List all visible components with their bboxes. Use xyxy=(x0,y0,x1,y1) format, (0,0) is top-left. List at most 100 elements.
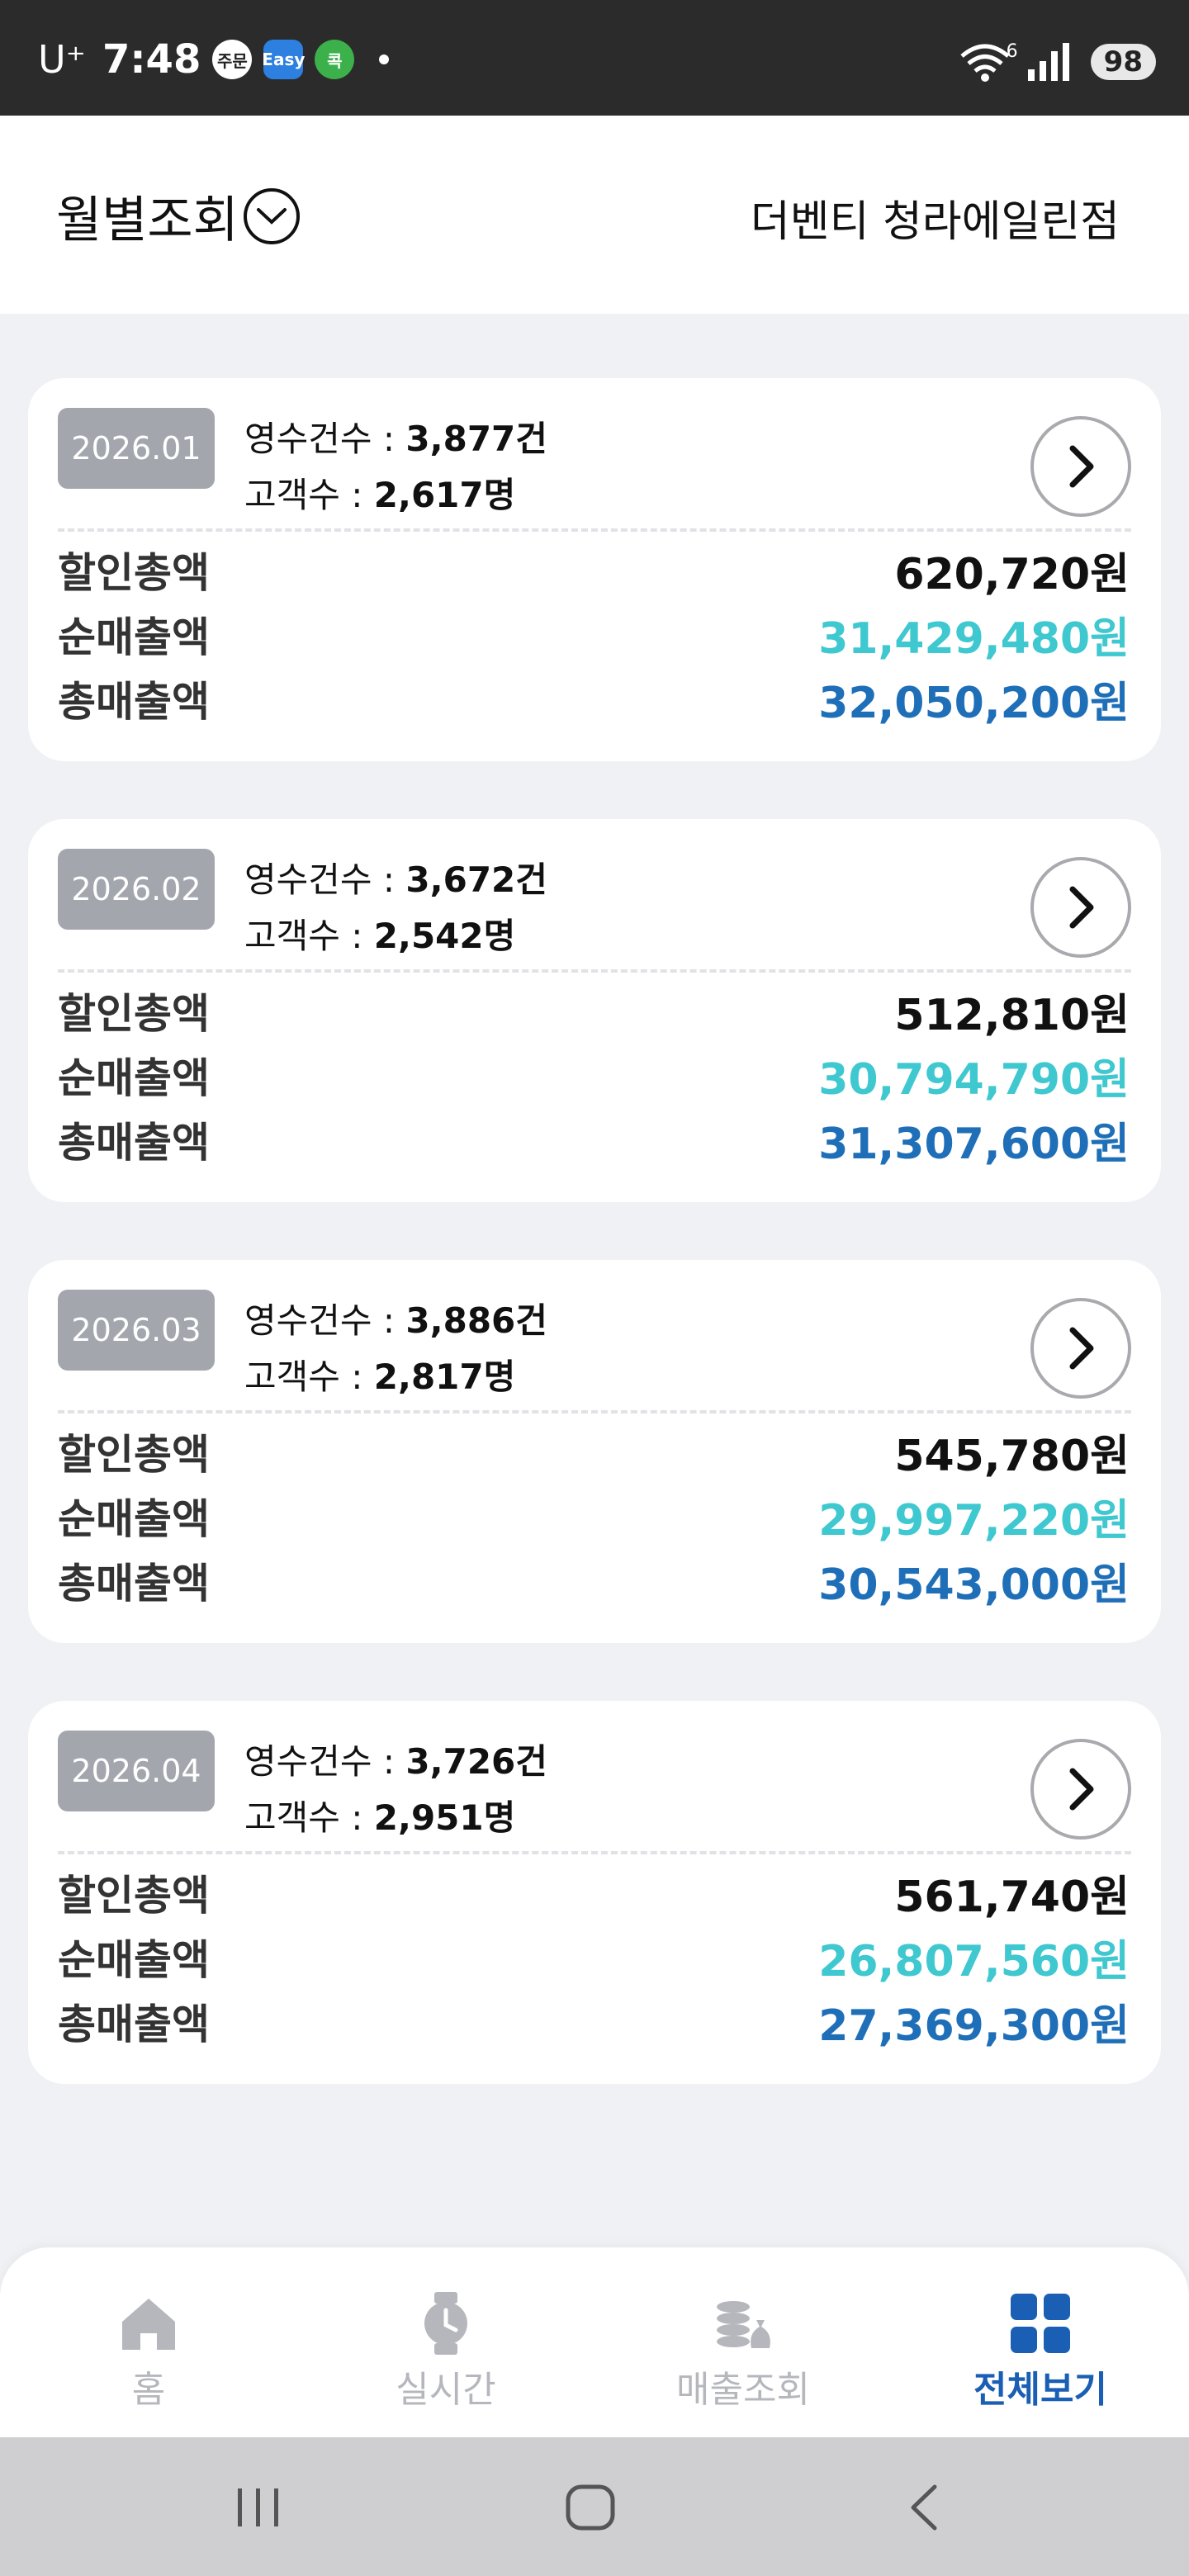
clock: 7:48 xyxy=(102,36,201,83)
receipts-value: 3,886건 xyxy=(405,1300,547,1341)
month-badge: 2026.02 xyxy=(58,849,215,930)
status-bar: U⁺ 7:48 주문 Easy 콕 6 98 xyxy=(0,0,1189,116)
gross-sales-label: 총매출액 xyxy=(58,2001,210,2048)
gross-sales-value: 32,050,200원 xyxy=(818,678,1130,728)
discount-value: 545,780원 xyxy=(894,1431,1130,1481)
month-badge: 2026.04 xyxy=(58,1731,215,1811)
gross-sales-label: 총매출액 xyxy=(58,1119,210,1167)
tab-view-all-label: 전체보기 xyxy=(973,2369,1107,2411)
card-meta: 영수건수 : 3,886건 고객수 : 2,817명 xyxy=(244,1293,547,1405)
tab-home[interactable]: 홈 xyxy=(25,2290,272,2413)
customers-line: 고객수 : 2,817명 xyxy=(244,1349,547,1405)
watch-icon xyxy=(424,2292,467,2355)
gross-sales-row: 총매출액 30,543,000원 xyxy=(58,1551,1130,1610)
receipts-line: 영수건수 : 3,672건 xyxy=(244,852,547,908)
tab-view-all[interactable]: 전체보기 xyxy=(917,2290,1164,2413)
monthly-card-list: 2026.01 영수건수 : 3,877건 고객수 : 2,617명 할인총액 … xyxy=(28,378,1161,2142)
discount-value: 620,720원 xyxy=(894,549,1130,599)
signal-icon xyxy=(1027,43,1069,81)
card-divider xyxy=(58,1410,1131,1413)
status-left: U⁺ 7:48 주문 Easy 콕 xyxy=(38,36,390,83)
receipts-value: 3,726건 xyxy=(405,1741,547,1782)
chevron-right-icon[interactable] xyxy=(1030,1739,1131,1840)
monthly-card[interactable]: 2026.02 영수건수 : 3,672건 고객수 : 2,542명 할인총액 … xyxy=(28,819,1161,1202)
monthly-card[interactable]: 2026.03 영수건수 : 3,886건 고객수 : 2,817명 할인총액 … xyxy=(28,1260,1161,1643)
month-view-selector[interactable]: 월별조회 xyxy=(56,180,300,252)
receipts-line: 영수건수 : 3,877건 xyxy=(244,411,547,467)
gross-sales-value: 31,307,600원 xyxy=(818,1119,1130,1169)
discount-row: 할인총액 561,740원 xyxy=(58,1863,1130,1922)
net-sales-label: 순매출액 xyxy=(58,613,210,661)
discount-row: 할인총액 512,810원 xyxy=(58,981,1130,1040)
card-meta: 영수건수 : 3,672건 고객수 : 2,542명 xyxy=(244,852,547,964)
home-button-icon[interactable] xyxy=(563,2482,618,2533)
receipts-value: 3,877건 xyxy=(405,419,547,459)
net-sales-value: 26,807,560원 xyxy=(818,1936,1130,1986)
customers-line: 고객수 : 2,951명 xyxy=(244,1790,547,1846)
system-nav-bar xyxy=(0,2437,1189,2576)
net-sales-row: 순매출액 31,429,480원 xyxy=(58,604,1130,664)
battery-indicator: 98 xyxy=(1090,44,1156,80)
coins-icon xyxy=(717,2301,770,2348)
card-divider xyxy=(58,1851,1131,1854)
status-right: 6 98 xyxy=(959,41,1156,83)
back-icon[interactable] xyxy=(903,2482,945,2533)
customers-label: 고객수 : xyxy=(244,1797,374,1838)
monthly-card[interactable]: 2026.04 영수건수 : 3,726건 고객수 : 2,951명 할인총액 … xyxy=(28,1701,1161,2084)
bottom-nav: 홈 실시간 매출조회 전체보기 xyxy=(0,2247,1189,2437)
tab-realtime[interactable]: 실시간 xyxy=(322,2290,570,2413)
wifi-badge: 6 xyxy=(1006,41,1018,62)
customers-value: 2,542명 xyxy=(373,916,516,956)
discount-value: 561,740원 xyxy=(894,1872,1130,1922)
chevron-down-icon[interactable] xyxy=(243,187,300,244)
customers-value: 2,951명 xyxy=(373,1797,516,1838)
receipts-label: 영수건수 : xyxy=(244,859,406,900)
page-title: 월별조회 xyxy=(56,192,239,249)
net-sales-label: 순매출액 xyxy=(58,1054,210,1102)
customers-line: 고객수 : 2,542명 xyxy=(244,908,547,964)
order-app-icon: 주문 xyxy=(212,40,253,79)
grid-icon xyxy=(1011,2294,1070,2353)
card-meta: 영수건수 : 3,877건 고객수 : 2,617명 xyxy=(244,411,547,523)
customers-value: 2,817명 xyxy=(373,1357,516,1397)
net-sales-value: 29,997,220원 xyxy=(818,1495,1130,1546)
tab-home-label: 홈 xyxy=(131,2369,166,2411)
net-sales-value: 30,794,790원 xyxy=(818,1054,1130,1105)
card-meta: 영수건수 : 3,726건 고객수 : 2,951명 xyxy=(244,1734,547,1846)
wifi-icon xyxy=(960,44,1010,82)
discount-row: 할인총액 545,780원 xyxy=(58,1422,1130,1481)
tab-realtime-label: 실시간 xyxy=(396,2369,496,2411)
discount-value: 512,810원 xyxy=(894,990,1130,1040)
customers-label: 고객수 : xyxy=(244,1357,374,1397)
discount-label: 할인총액 xyxy=(58,990,210,1038)
page-header: 월별조회 더벤티 청라에일린점 xyxy=(0,116,1189,314)
card-divider xyxy=(58,969,1131,973)
customers-line: 고객수 : 2,617명 xyxy=(244,467,547,523)
month-badge: 2026.03 xyxy=(58,1290,215,1371)
more-notifications-icon xyxy=(379,54,390,64)
monthly-card[interactable]: 2026.01 영수건수 : 3,877건 고객수 : 2,617명 할인총액 … xyxy=(28,378,1161,761)
month-badge: 2026.01 xyxy=(58,408,215,489)
gross-sales-row: 총매출액 32,050,200원 xyxy=(58,669,1130,728)
store-name: 더벤티 청라에일린점 xyxy=(750,197,1120,247)
customers-label: 고객수 : xyxy=(244,916,374,956)
recent-apps-icon[interactable] xyxy=(233,2482,284,2533)
net-sales-row: 순매출액 29,997,220원 xyxy=(58,1486,1130,1546)
gross-sales-value: 27,369,300원 xyxy=(818,2001,1130,2051)
receipts-label: 영수건수 : xyxy=(244,419,406,459)
chevron-right-icon[interactable] xyxy=(1030,1298,1131,1399)
gross-sales-label: 총매출액 xyxy=(58,1560,210,1608)
tab-sales-inquiry[interactable]: 매출조회 xyxy=(619,2290,867,2413)
gross-sales-row: 총매출액 31,307,600원 xyxy=(58,1110,1130,1169)
discount-label: 할인총액 xyxy=(58,549,210,597)
card-divider xyxy=(58,528,1131,532)
receipts-label: 영수건수 : xyxy=(244,1741,406,1782)
discount-label: 할인총액 xyxy=(58,1431,210,1479)
receipts-line: 영수건수 : 3,886건 xyxy=(244,1293,547,1349)
receipts-line: 영수건수 : 3,726건 xyxy=(244,1734,547,1790)
customers-value: 2,617명 xyxy=(373,475,516,515)
gross-sales-label: 총매출액 xyxy=(58,678,210,726)
chevron-right-icon[interactable] xyxy=(1030,416,1131,517)
discount-label: 할인총액 xyxy=(58,1872,210,1920)
chevron-right-icon[interactable] xyxy=(1030,857,1131,958)
